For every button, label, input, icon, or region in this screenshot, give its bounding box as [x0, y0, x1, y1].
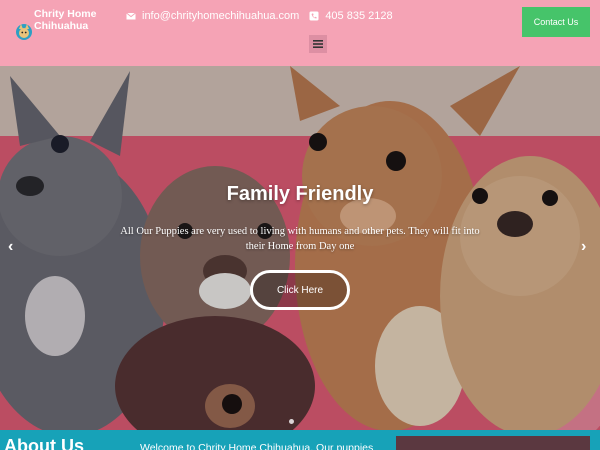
- about-title: About Us: [4, 436, 84, 450]
- contact-us-button[interactable]: Contact Us: [522, 7, 590, 37]
- chevron-right-icon[interactable]: ›: [581, 238, 586, 256]
- click-here-button[interactable]: Click Here: [250, 270, 350, 310]
- hero-title: Family Friendly: [226, 183, 374, 205]
- hamburger-menu-icon[interactable]: [309, 35, 327, 53]
- hero-subtitle: All Our Puppies are very used to living …: [120, 226, 480, 252]
- phone-number[interactable]: 405 835 2128: [325, 10, 392, 22]
- site-header: Chrity Home Chihuahua info@chrityhomechi…: [0, 0, 600, 66]
- about-image: [396, 436, 590, 450]
- header-contact-info: info@chrityhomechihuahua.com 405 835 212…: [126, 9, 393, 23]
- chevron-left-icon[interactable]: ‹: [8, 238, 13, 256]
- about-text: Welcome to Chrity Home Chihuahua. Our pu…: [140, 442, 374, 450]
- about-section: About Us Welcome to Chrity Home Chihuahu…: [0, 430, 600, 450]
- site-brand-name[interactable]: Chrity Home Chihuahua: [34, 8, 124, 32]
- dog-logo-icon[interactable]: [14, 22, 34, 42]
- hero-slider: Family Friendly All Our Puppies are very…: [0, 66, 600, 430]
- slider-dot[interactable]: [289, 419, 294, 424]
- phone-info: 405 835 2128: [309, 10, 393, 22]
- envelope-icon: [126, 11, 136, 21]
- email-link[interactable]: info@chrityhomechihuahua.com: [142, 10, 299, 22]
- phone-icon: [309, 11, 319, 21]
